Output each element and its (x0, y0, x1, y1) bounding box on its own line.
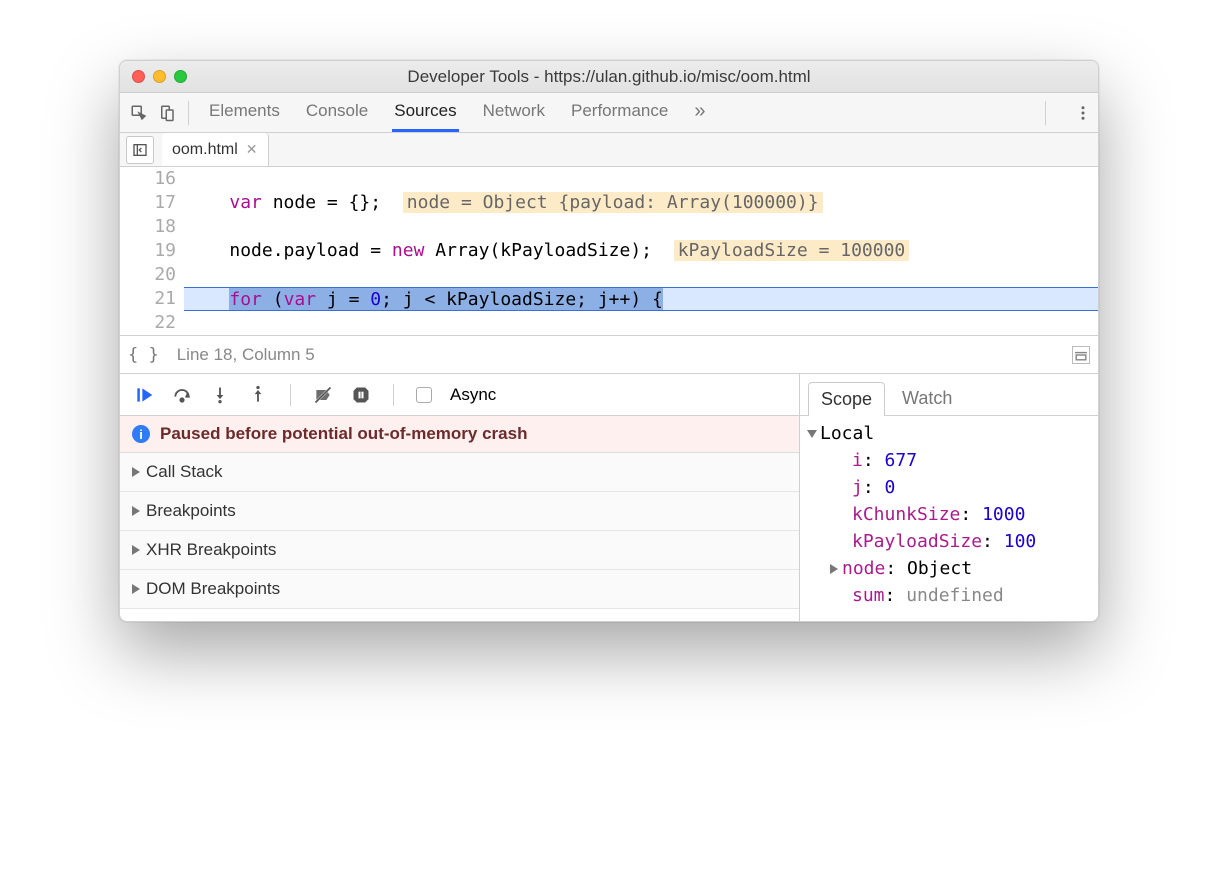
window-title: Developer Tools - https://ulan.github.io… (132, 67, 1086, 87)
section-breakpoints[interactable]: Breakpoints (120, 492, 799, 531)
devtools-window: Developer Tools - https://ulan.github.io… (119, 60, 1099, 622)
navigator-toggle-icon[interactable] (126, 136, 154, 164)
tab-console[interactable]: Console (304, 93, 370, 132)
close-tab-icon[interactable]: ✕ (246, 141, 258, 158)
separator (1045, 101, 1046, 125)
chevron-down-icon (807, 430, 817, 438)
pause-message: Paused before potential out-of-memory cr… (160, 424, 527, 444)
scope-var[interactable]: kChunkSize: 1000 (808, 501, 1098, 528)
editor-statusbar: { } Line 18, Column 5 (120, 335, 1098, 373)
separator (188, 101, 189, 125)
resume-icon[interactable] (134, 385, 154, 405)
tab-sources[interactable]: Sources (392, 93, 458, 132)
traffic-lights (132, 70, 187, 83)
debugger-sections: Call Stack Breakpoints XHR Breakpoints D… (120, 453, 799, 609)
scope-local-header[interactable]: Local (808, 420, 1098, 447)
separator (290, 384, 291, 406)
inline-annotation: kPayloadSize = 100000 (674, 240, 910, 261)
tab-scope[interactable]: Scope (808, 382, 885, 416)
inspect-icon[interactable] (130, 104, 148, 122)
pause-exceptions-icon[interactable] (351, 385, 371, 405)
scope-var[interactable]: sum: undefined (808, 582, 1098, 609)
tab-elements[interactable]: Elements (207, 93, 282, 132)
file-tab-oom[interactable]: oom.html ✕ (162, 133, 269, 166)
panel-tabs: Elements Console Sources Network Perform… (207, 92, 707, 134)
tabs-overflow-icon[interactable]: » (692, 92, 707, 134)
scope-tabs: Scope Watch (800, 374, 1098, 416)
debugger-pane: Async i Paused before potential out-of-m… (120, 373, 1098, 621)
inline-annotation: node = Object {payload: Array(100000)} (403, 192, 823, 213)
scope-pane: Scope Watch Local i: 677 j: 0 kChunkSize… (800, 374, 1098, 621)
code-line-16: var node = {}; node = Object {payload: A… (184, 191, 1098, 215)
maximize-icon[interactable] (174, 70, 187, 83)
minimize-icon[interactable] (153, 70, 166, 83)
deactivate-breakpoints-icon[interactable] (313, 385, 333, 405)
chevron-right-icon (830, 564, 838, 574)
snap-icon[interactable] (1072, 346, 1090, 364)
pause-banner: i Paused before potential out-of-memory … (120, 416, 799, 453)
section-xhr-breakpoints[interactable]: XHR Breakpoints (120, 531, 799, 570)
debugger-toolbar: Async (120, 374, 799, 416)
cursor-position: Line 18, Column 5 (177, 345, 315, 365)
code-line-18-highlight: for (var j = 0; j < kPayloadSize; j++) { (184, 287, 1098, 311)
titlebar[interactable]: Developer Tools - https://ulan.github.io… (120, 61, 1098, 93)
step-over-icon[interactable] (172, 385, 192, 405)
step-out-icon[interactable] (248, 385, 268, 405)
scope-var[interactable]: kPayloadSize: 100 (808, 528, 1098, 555)
code-area[interactable]: var node = {}; node = Object {payload: A… (184, 167, 1098, 335)
async-checkbox[interactable] (416, 387, 432, 403)
tab-watch[interactable]: Watch (889, 381, 965, 415)
separator (393, 384, 394, 406)
chevron-right-icon (132, 467, 140, 477)
scope-var[interactable]: j: 0 (808, 474, 1098, 501)
file-tabs: oom.html ✕ (120, 133, 1098, 167)
pretty-print-icon[interactable]: { } (128, 345, 159, 365)
toolbar-right (1033, 101, 1092, 125)
tab-network[interactable]: Network (481, 93, 547, 132)
code-editor[interactable]: 16171819202122 var node = {}; node = Obj… (120, 167, 1098, 335)
scope-body: Local i: 677 j: 0 kChunkSize: 1000 kPayl… (800, 416, 1098, 621)
more-vert-icon[interactable] (1074, 104, 1092, 122)
async-label: Async (450, 385, 496, 405)
info-icon: i (132, 425, 150, 443)
debugger-left: Async i Paused before potential out-of-m… (120, 374, 800, 621)
gutter: 16171819202122 (120, 167, 184, 335)
file-tab-name: oom.html (172, 141, 238, 159)
main-toolbar: Elements Console Sources Network Perform… (120, 93, 1098, 133)
close-icon[interactable] (132, 70, 145, 83)
chevron-right-icon (132, 545, 140, 555)
scope-var[interactable]: i: 677 (808, 447, 1098, 474)
scope-var-node[interactable]: node: Object (808, 555, 1098, 582)
section-dom-breakpoints[interactable]: DOM Breakpoints (120, 570, 799, 609)
chevron-right-icon (132, 506, 140, 516)
chevron-right-icon (132, 584, 140, 594)
device-toggle-icon[interactable] (158, 104, 176, 122)
tab-performance[interactable]: Performance (569, 93, 670, 132)
step-into-icon[interactable] (210, 385, 230, 405)
code-line-17: node.payload = new Array(kPayloadSize); … (184, 239, 1098, 263)
section-callstack[interactable]: Call Stack (120, 453, 799, 492)
